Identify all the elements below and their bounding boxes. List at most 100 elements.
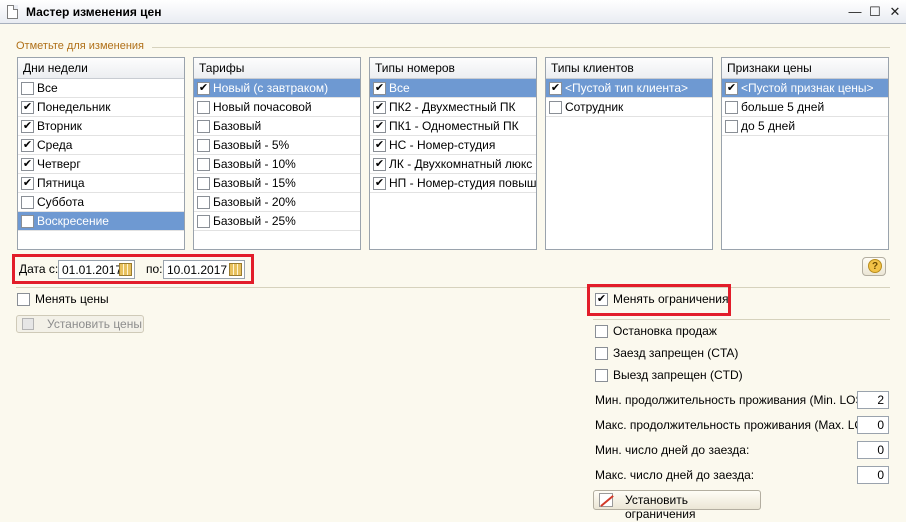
checkbox[interactable]: ✔ [197,82,210,95]
set-prices-label: Установить цены [47,317,142,331]
list-item-label: Пятница [37,176,85,190]
list-item[interactable]: ✔ <Пустой тип клиента> [546,79,712,98]
checkbox-box[interactable] [595,325,608,338]
checkbox-box[interactable] [595,369,608,382]
list-item[interactable]: до 5 дней [722,117,888,136]
checkbox[interactable] [197,196,210,209]
checkbox[interactable]: ✔ [21,120,34,133]
ctd-label: Выезд запрещен (CTD) [613,368,743,382]
list-header: Признаки цены [722,58,888,79]
set-restrictions-button[interactable]: Установить ограничения [593,490,761,521]
maximize-button[interactable]: ☐ [866,3,884,21]
list-price-attributes[interactable]: Признаки цены ✔ <Пустой признак цены> боль… [721,57,889,250]
list-item[interactable]: Базовый - 20% [194,193,360,212]
checkbox[interactable] [725,120,738,133]
min-los-field[interactable]: 2 [857,391,889,409]
list-item-label: <Пустой признак цены> [741,81,874,95]
date-to-value: 10.01.2017 [167,263,228,277]
list-item[interactable]: Базовый - 15% [194,174,360,193]
list-item[interactable]: Базовый - 10% [194,155,360,174]
list-item-label: Базовый - 20% [213,195,296,209]
list-item[interactable]: ✔ НС - Номер-студия [370,136,536,155]
checkbox[interactable] [197,120,210,133]
checkbox[interactable] [725,101,738,114]
list-item[interactable]: ✔ Четверг [18,155,184,174]
list-item[interactable]: ✔ ПК2 - Двухместный ПК [370,98,536,117]
checkbox[interactable]: ✔ [373,82,386,95]
checkbox[interactable]: ✔ [373,177,386,190]
checkbox-box[interactable]: ✔ [595,293,608,306]
checkbox[interactable]: ✔ [21,139,34,152]
checkbox[interactable] [197,177,210,190]
list-item[interactable]: больше 5 дней [722,98,888,117]
checkbox-box[interactable] [17,293,30,306]
list-item[interactable]: Все [18,79,184,98]
list-client-types[interactable]: Типы клиентов ✔ <Пустой тип клиента> Сотру… [545,57,713,250]
max-los-field[interactable]: 0 [857,416,889,434]
list-room-types[interactable]: Типы номеров ✔ Все ✔ ПК2 - Двухместный ПК ✔ П… [369,57,537,250]
list-item-label: Базовый [213,119,262,133]
date-from-field[interactable]: 01.01.2017 [58,260,135,279]
list-item[interactable]: Новый почасовой [194,98,360,117]
list-item[interactable]: Базовый [194,117,360,136]
list-item[interactable]: Базовый - 25% [194,212,360,231]
close-button[interactable]: ✕ [886,3,904,21]
checkbox[interactable]: ✔ [373,120,386,133]
checkbox[interactable]: ✔ [373,101,386,114]
checkbox[interactable] [21,196,34,209]
list-item[interactable]: ✔ ЛК - Двухкомнатный люкс [370,155,536,174]
checkbox[interactable]: ✔ [373,158,386,171]
checkbox[interactable] [197,158,210,171]
checkbox[interactable]: ✔ [21,101,34,114]
divider [593,319,890,320]
list-item[interactable]: ✔ НП - Номер-студия повыш... [370,174,536,193]
calendar-icon[interactable] [119,263,132,276]
list-item[interactable]: Базовый - 5% [194,136,360,155]
list-item[interactable]: ✔ Понедельник [18,98,184,117]
list-item-label: НП - Номер-студия повыш... [389,176,536,190]
document-icon [7,5,18,19]
list-item[interactable]: Суббота [18,193,184,212]
list-item[interactable]: Сотрудник [546,98,712,117]
checkbox[interactable] [21,215,34,228]
list-tariffs[interactable]: Тарифы ✔ Новый (с завтраком) Новый почасов… [193,57,361,250]
checkbox[interactable] [21,82,34,95]
set-prices-button[interactable]: Установить цены [16,315,144,333]
list-item[interactable]: ✔ Все [370,79,536,98]
list-item-label: Базовый - 15% [213,176,296,190]
calendar-icon[interactable] [229,263,242,276]
checkbox[interactable]: ✔ [21,158,34,171]
list-item-label: Все [37,81,58,95]
min-days-before-field[interactable]: 0 [857,441,889,459]
list-item[interactable]: ✔ Пятница [18,174,184,193]
list-item-label: Новый (с завтраком) [213,81,329,95]
list-item-label: Среда [37,138,73,152]
max-days-before-field[interactable]: 0 [857,466,889,484]
checkbox[interactable] [197,139,210,152]
checkbox[interactable]: ✔ [21,177,34,190]
section-title: Отметьте для изменения [16,40,144,52]
list-item-label: Суббота [37,195,84,209]
help-button[interactable]: ? [862,257,886,276]
list-item[interactable]: ✔ ПК1 - Одноместный ПК [370,117,536,136]
checkbox-box[interactable] [595,347,608,360]
list-item[interactable]: ✔ <Пустой признак цены> [722,79,888,98]
list-days[interactable]: Дни недели Все ✔ Понедельник ✔ Вторник ✔ Среда… [17,57,185,250]
list-item[interactable]: ✔ Новый (с завтраком) [194,79,360,98]
list-item[interactable]: ✔ Среда [18,136,184,155]
list-item[interactable]: ✔ Вторник [18,117,184,136]
checkbox[interactable] [549,101,562,114]
checkbox[interactable]: ✔ [725,82,738,95]
checkbox[interactable] [197,101,210,114]
checkbox[interactable]: ✔ [373,139,386,152]
prices-icon [22,318,34,330]
min-days-before-label: Мин. число дней до заезда: [595,443,750,457]
date-to-label: по: [146,262,163,276]
list-item[interactable]: Воскресение [18,212,184,231]
checkbox[interactable] [197,215,210,228]
checkbox[interactable]: ✔ [549,82,562,95]
minimize-button[interactable]: — [846,3,864,21]
list-item-label: ПК2 - Двухместный ПК [389,100,516,114]
list-header: Типы номеров [370,58,536,79]
date-to-field[interactable]: 10.01.2017 [163,260,245,279]
